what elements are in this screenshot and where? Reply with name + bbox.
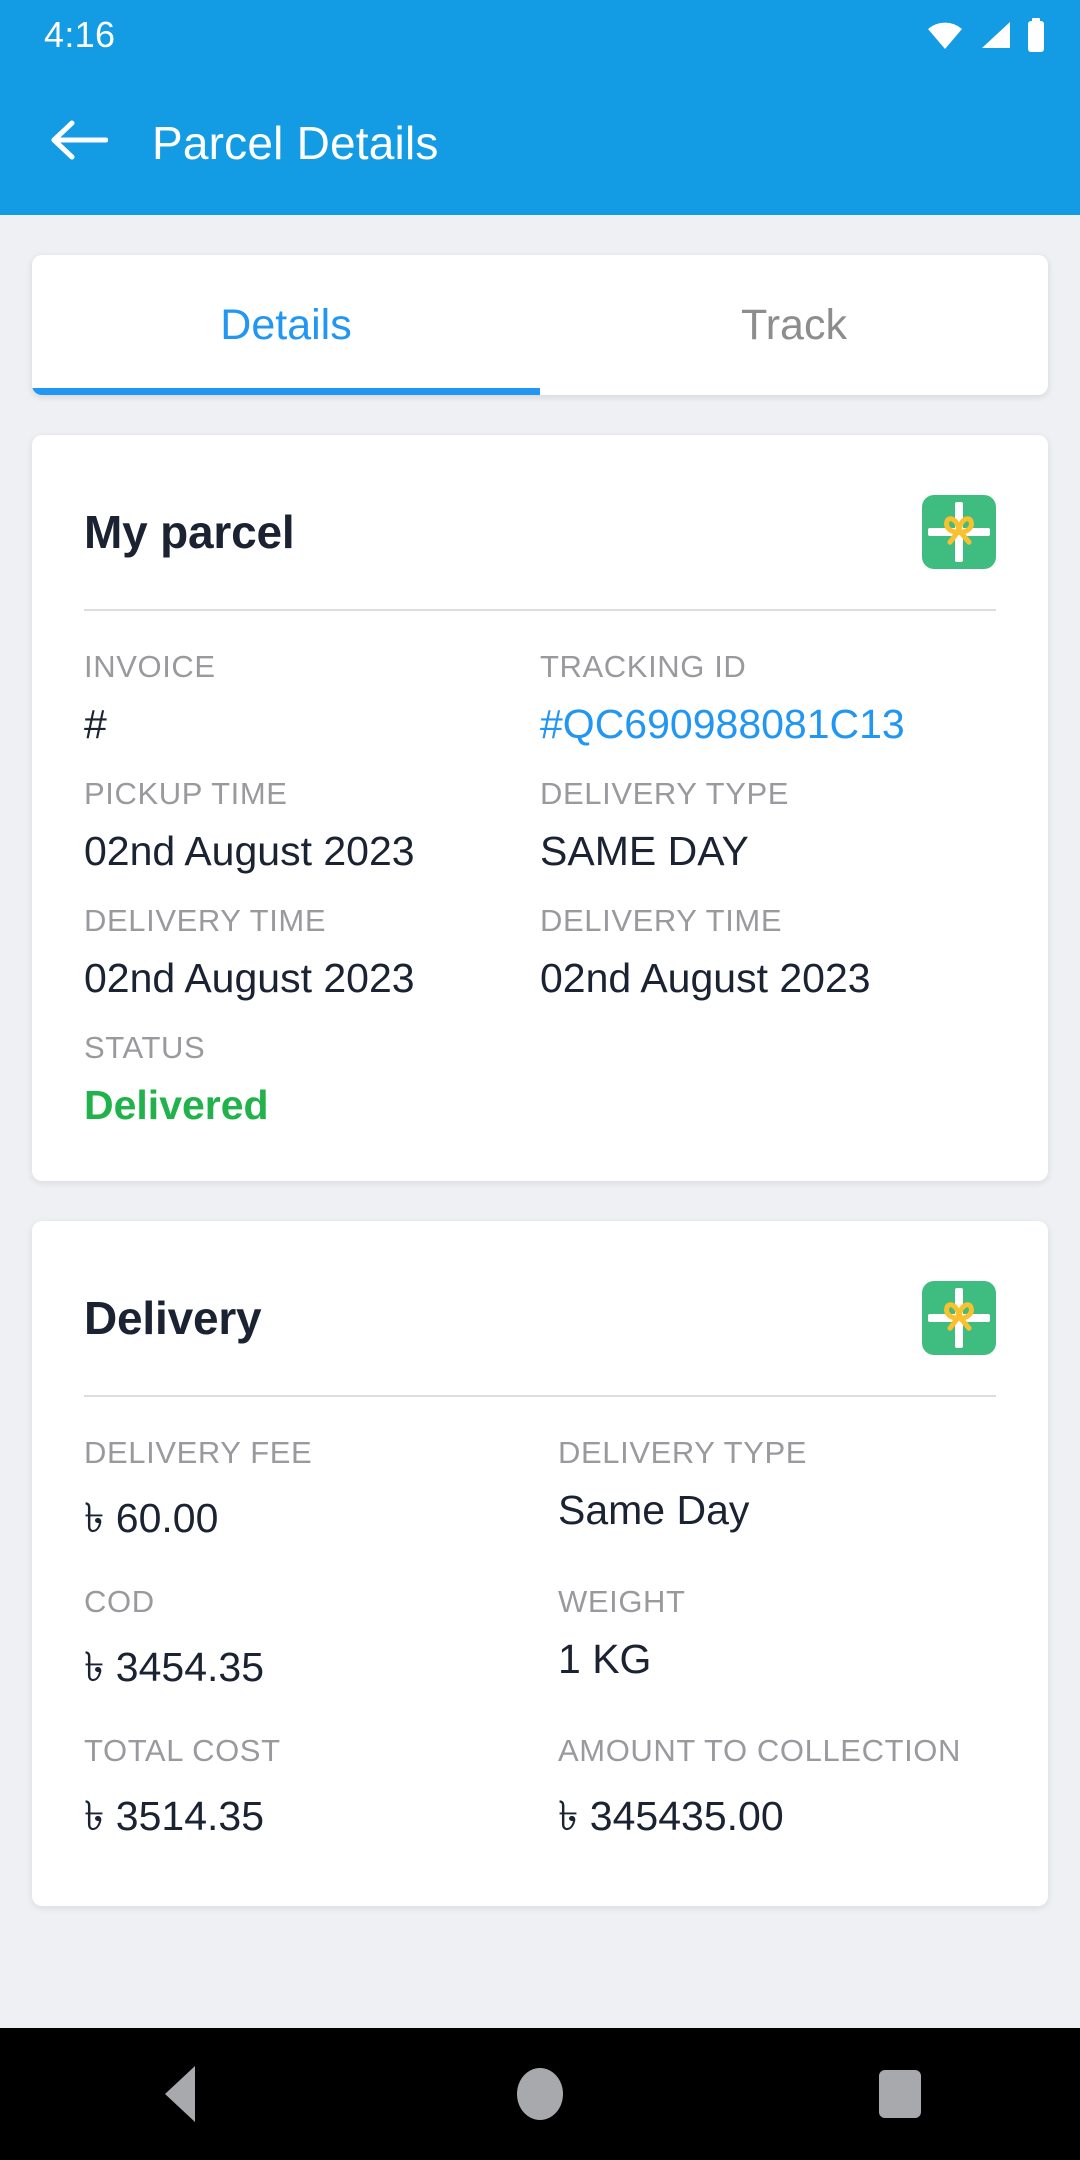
field-delivery-type: DELIVERY TYPE SAME DAY — [540, 776, 996, 875]
gift-icon — [922, 495, 996, 569]
delivery-card-header: Delivery — [84, 1267, 996, 1365]
wifi-icon — [926, 20, 964, 50]
field-row: PICKUP TIME 02nd August 2023 DELIVERY TY… — [84, 748, 996, 875]
field-value: 02nd August 2023 — [84, 828, 415, 874]
parcel-card-title: My parcel — [84, 506, 295, 558]
delivery-card-title: Delivery — [84, 1292, 262, 1344]
field-value: ৳ 3454.35 — [84, 1644, 265, 1690]
status-bar-clock: 4:16 — [44, 14, 116, 55]
status-bar: 4:16 — [0, 0, 1080, 70]
field-cod: COD ৳ 3454.35 — [84, 1584, 540, 1705]
field-delivery-type: DELIVERY TYPE Same Day — [540, 1435, 996, 1556]
field-label: DELIVERY TYPE — [540, 776, 790, 811]
field-label: DELIVERY FEE — [84, 1435, 313, 1470]
tab-track[interactable]: Track — [540, 255, 1048, 395]
field-row: STATUS Delivered — [84, 1002, 996, 1129]
field-pickup-time: PICKUP TIME 02nd August 2023 — [84, 776, 540, 875]
battery-icon — [1026, 18, 1046, 52]
back-button[interactable] — [48, 112, 110, 174]
field-label: WEIGHT — [558, 1584, 686, 1619]
tracking-id-value[interactable]: #QC690988081C13 — [540, 701, 978, 748]
nav-recents-button[interactable] — [840, 2028, 960, 2160]
field-delivery-time-right: DELIVERY TIME 02nd August 2023 — [540, 903, 996, 1002]
field-row: DELIVERY TIME 02nd August 2023 DELIVERY … — [84, 875, 996, 1002]
field-amount-to-collection: AMOUNT TO COLLECTION ৳ 345435.00 — [540, 1733, 996, 1854]
triangle-back-icon — [165, 2066, 195, 2122]
field-label: COD — [84, 1584, 155, 1619]
delivery-card: Delivery DELIVERY FEE ৳ 60.00 DELIVERY T… — [32, 1221, 1048, 1906]
field-label: DELIVERY TYPE — [558, 1435, 808, 1470]
field-tracking-id: TRACKING ID #QC690988081C13 — [540, 649, 996, 748]
parcel-card-header: My parcel — [84, 481, 996, 579]
phone-screen: 4:16 Parcel Details Details Track My par… — [0, 0, 1080, 2160]
field-label: TOTAL COST — [84, 1733, 281, 1768]
cellular-signal-icon — [978, 20, 1012, 50]
page-title: Parcel Details — [152, 116, 439, 169]
field-label: PICKUP TIME — [84, 776, 288, 811]
status-bar-icons — [926, 18, 1046, 52]
arrow-left-icon — [50, 118, 109, 167]
field-value: SAME DAY — [540, 828, 749, 874]
gift-icon — [922, 1281, 996, 1355]
field-value: Same Day — [558, 1487, 750, 1533]
tab-track-label: Track — [741, 300, 847, 349]
field-status: STATUS Delivered — [84, 1030, 996, 1129]
field-label: DELIVERY TIME — [540, 903, 783, 938]
content-area: Details Track My parcel INVOICE # TRACKI… — [0, 215, 1080, 2028]
field-value: 02nd August 2023 — [84, 955, 415, 1001]
field-label: DELIVERY TIME — [84, 903, 327, 938]
status-badge: Delivered — [84, 1082, 269, 1128]
field-weight: WEIGHT 1 KG — [540, 1584, 996, 1705]
field-value: ৳ 345435.00 — [558, 1793, 784, 1839]
android-navigation-bar — [0, 2028, 1080, 2160]
field-delivery-time-left: DELIVERY TIME 02nd August 2023 — [84, 903, 540, 1002]
field-label: TRACKING ID — [540, 649, 747, 684]
circle-home-icon — [517, 2068, 563, 2120]
tab-details[interactable]: Details — [32, 255, 540, 395]
field-value: 02nd August 2023 — [540, 955, 871, 1001]
field-delivery-fee: DELIVERY FEE ৳ 60.00 — [84, 1435, 540, 1556]
field-value: # — [84, 701, 107, 747]
nav-back-button[interactable] — [120, 2028, 240, 2160]
field-row: INVOICE # TRACKING ID #QC690988081C13 — [84, 621, 996, 748]
tab-details-label: Details — [220, 300, 352, 349]
parcel-details-card: My parcel INVOICE # TRACKING ID #QC69098… — [32, 435, 1048, 1181]
field-label: STATUS — [84, 1030, 206, 1065]
field-row: DELIVERY FEE ৳ 60.00 DELIVERY TYPE Same … — [84, 1407, 996, 1556]
tab-bar: Details Track — [32, 255, 1048, 395]
nav-home-button[interactable] — [480, 2028, 600, 2160]
delivery-field-list: DELIVERY FEE ৳ 60.00 DELIVERY TYPE Same … — [84, 1397, 996, 1854]
square-recents-icon — [879, 2070, 921, 2118]
field-label: INVOICE — [84, 649, 216, 684]
app-bar: Parcel Details — [0, 70, 1080, 215]
field-label: AMOUNT TO COLLECTION — [558, 1733, 962, 1768]
field-invoice: INVOICE # — [84, 649, 540, 748]
field-value: ৳ 3514.35 — [84, 1793, 265, 1839]
field-value: ৳ 60.00 — [84, 1495, 219, 1541]
field-row: TOTAL COST ৳ 3514.35 AMOUNT TO COLLECTIO… — [84, 1705, 996, 1854]
field-total-cost: TOTAL COST ৳ 3514.35 — [84, 1733, 540, 1854]
parcel-field-list: INVOICE # TRACKING ID #QC690988081C13 PI… — [84, 611, 996, 1129]
field-row: COD ৳ 3454.35 WEIGHT 1 KG — [84, 1556, 996, 1705]
field-value: 1 KG — [558, 1636, 652, 1682]
